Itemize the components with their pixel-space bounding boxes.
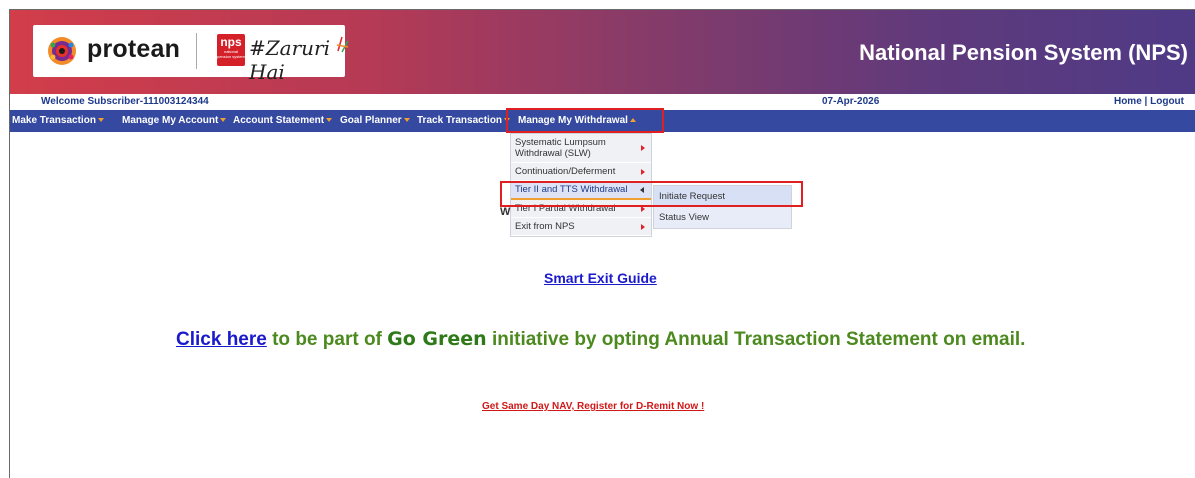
caret-down-icon: [326, 118, 333, 123]
page-frame: protean nps national pension system #Zar…: [9, 9, 1195, 478]
sparkle-icon: [336, 36, 349, 53]
chevron-right-icon: [641, 145, 645, 151]
link-separator: |: [1141, 96, 1151, 107]
submenu-label: Status View: [659, 212, 709, 223]
nav-manage-my-account[interactable]: Manage My Account: [122, 110, 227, 132]
menu-item-exit-from-nps[interactable]: Exit from NPS: [511, 218, 651, 236]
nav-label: Account Statement: [233, 115, 325, 126]
menu-item-label: Exit from NPS: [515, 221, 575, 232]
go-green-emphasis: Go Green: [387, 328, 487, 350]
welcome-message: Welcome Subscriber-111003124344: [41, 96, 209, 107]
slogan-text: #Zaruri Hai: [249, 36, 330, 84]
nps-logo-subtext: national pension system: [217, 49, 245, 59]
nps-logo-text: nps: [220, 35, 242, 49]
home-link[interactable]: Home: [1114, 96, 1142, 107]
protean-logo-icon: [48, 37, 76, 65]
obscured-text-fragment: W: [500, 206, 511, 218]
logo-box[interactable]: protean nps national pension system #Zar…: [33, 25, 349, 84]
logout-link[interactable]: Logout: [1150, 96, 1184, 107]
caret-down-icon: [403, 118, 410, 123]
site-title: National Pension System (NPS): [859, 40, 1188, 65]
logo-divider: [196, 33, 197, 69]
menu-item-slw[interactable]: Systematic Lumpsum Withdrawal (SLW): [511, 134, 651, 163]
caret-down-icon: [220, 118, 227, 123]
submenu-status-view[interactable]: Status View: [654, 207, 791, 228]
go-green-text-pre: to be part of: [266, 329, 388, 350]
nav-label: Goal Planner: [340, 115, 402, 126]
nav-account-statement[interactable]: Account Statement: [233, 110, 333, 132]
nav-label: Track Transaction: [417, 115, 503, 126]
nav-make-transaction[interactable]: Make Transaction: [12, 110, 104, 132]
go-green-banner: Click here to be part of Go Green initia…: [176, 328, 1025, 351]
home-logout-links: Home | Logout: [1114, 96, 1184, 107]
nps-logo: nps national pension system: [217, 34, 245, 66]
nav-label: Make Transaction: [12, 115, 96, 126]
chevron-right-icon: [641, 168, 645, 175]
nav-label: Manage My Account: [122, 115, 219, 126]
chevron-right-icon: [641, 223, 645, 230]
menu-item-continuation-deferment[interactable]: Continuation/Deferment: [511, 163, 651, 181]
go-green-text-post: initiative by opting Annual Transaction …: [486, 329, 1026, 350]
dremit-link[interactable]: Get Same Day NAV, Register for D-Remit N…: [482, 401, 704, 412]
highlight-box-withdrawal: [506, 108, 664, 133]
site-header: protean nps national pension system #Zar…: [10, 10, 1195, 94]
highlight-box-tier2: [500, 181, 803, 207]
protean-logo-text: protean: [87, 35, 181, 63]
current-date: 07-Apr-2026: [822, 96, 880, 107]
nav-track-transaction[interactable]: Track Transaction: [417, 110, 511, 132]
menu-item-label: Continuation/Deferment: [515, 166, 616, 177]
caret-down-icon: [97, 118, 104, 123]
nav-goal-planner[interactable]: Goal Planner: [340, 110, 410, 132]
smart-exit-guide-link[interactable]: Smart Exit Guide: [544, 270, 657, 286]
menu-item-label: Systematic Lumpsum Withdrawal (SLW): [515, 137, 606, 159]
click-here-link[interactable]: Click here: [176, 329, 267, 350]
